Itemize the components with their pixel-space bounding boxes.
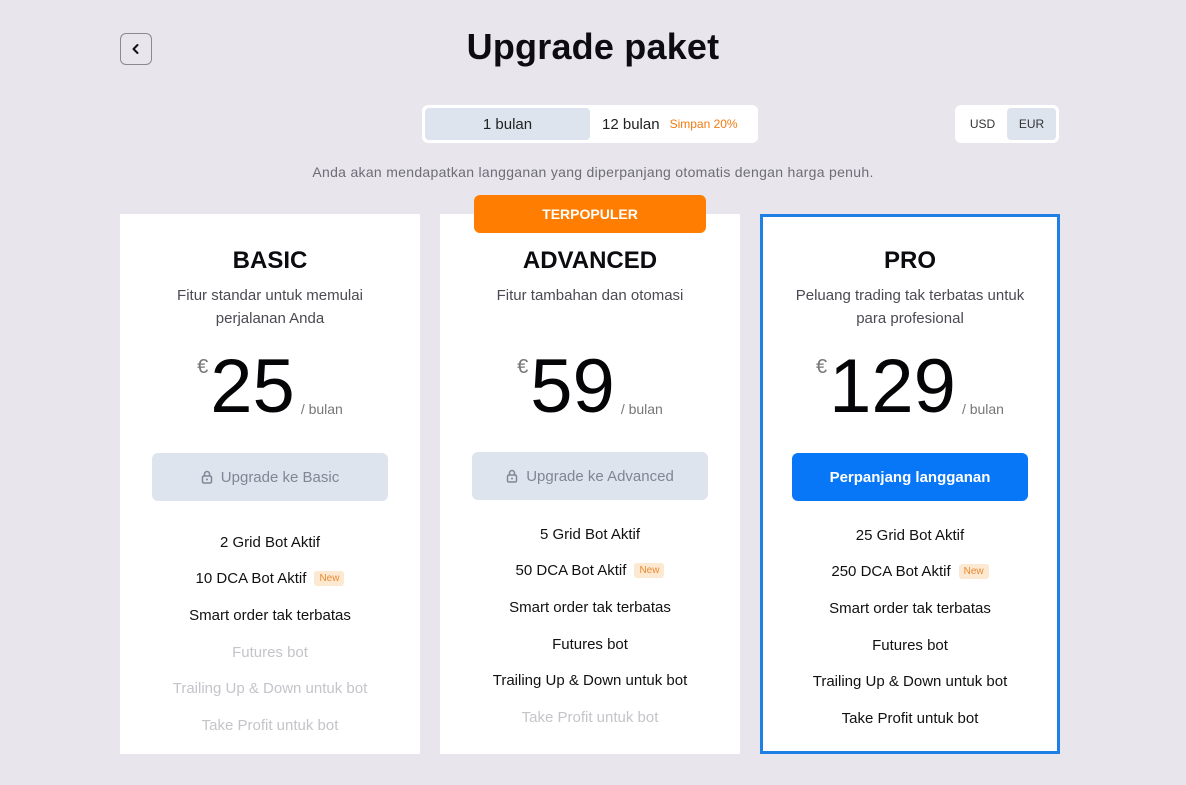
billing-period-toggle: 1 bulan 12 bulan Simpan 20% — [422, 105, 758, 143]
period-option-yearly[interactable]: 12 bulan Simpan 20% — [590, 108, 738, 140]
price-value: 59 — [530, 344, 615, 429]
price-unit: / bulan — [620, 401, 663, 417]
feature-item: 5 Grid Bot Aktif — [539, 525, 641, 543]
auto-renew-notice: Anda akan mendapatkan langganan yang dip… — [312, 164, 874, 180]
feature-list: 2 Grid Bot Aktif 10 DCA Bot Aktif New Sma… — [120, 524, 420, 744]
feature-item: Trailing Up & Down untuk bot — [812, 673, 1008, 691]
save-tag: Simpan 20% — [669, 117, 738, 131]
feature-item: Take Profit untuk bot — [521, 708, 659, 726]
plan-name: PRO — [883, 247, 936, 274]
cta-label: Perpanjang langganan — [829, 468, 991, 486]
feature-item: 250 DCA Bot Aktif New — [763, 554, 1057, 591]
period-option-label: 12 bulan — [602, 115, 660, 133]
plan-name: BASIC — [232, 247, 308, 274]
cta-label: Upgrade ke Basic — [220, 468, 340, 486]
price: € 25 / bulan — [120, 346, 420, 428]
period-option-label: 1 bulan — [482, 115, 533, 133]
feature-list: 25 Grid Bot Aktif 250 DCA Bot Aktif New S… — [763, 517, 1057, 737]
plan-card-basic: BASIC Fitur standar untuk memulai perjal… — [120, 214, 420, 754]
new-badge: New — [634, 563, 665, 579]
price-value: 25 — [210, 344, 295, 429]
feature-item: Trailing Up & Down untuk bot — [172, 680, 368, 698]
upgrade-advanced-button[interactable]: Upgrade ke Advanced — [472, 452, 708, 500]
feature-item: 10 DCA Bot Aktif New — [120, 561, 420, 598]
popular-badge: TERPOPULER — [474, 195, 706, 233]
price-value: 129 — [829, 344, 956, 429]
feature-item: 2 Grid Bot Aktif — [219, 533, 321, 551]
upgrade-basic-button[interactable]: Upgrade ke Basic — [152, 453, 388, 501]
currency-symbol: € — [197, 356, 209, 378]
renew-subscription-button[interactable]: Perpanjang langganan — [792, 453, 1028, 501]
feature-item: Trailing Up & Down untuk bot — [492, 672, 688, 690]
feature-item: Futures bot — [232, 643, 308, 661]
currency-symbol: € — [517, 356, 529, 378]
feature-item: Take Profit untuk bot — [841, 709, 979, 727]
plan-card-pro: PRO Peluang trading tak terbatas untuk p… — [760, 214, 1060, 754]
currency-option-usd[interactable]: USD — [958, 108, 1007, 140]
plan-name: ADVANCED — [522, 247, 658, 274]
price: € 59 / bulan — [440, 346, 740, 428]
currency-toggle: USD EUR — [955, 105, 1059, 143]
price-unit: / bulan — [300, 401, 343, 417]
price: € 129 / bulan — [763, 346, 1057, 428]
feature-item: 25 Grid Bot Aktif — [855, 526, 965, 544]
currency-symbol: € — [816, 356, 828, 378]
page-title: Upgrade paket — [466, 26, 720, 67]
new-badge: New — [958, 564, 989, 580]
feature-item: Futures bot — [552, 635, 628, 653]
period-option-monthly[interactable]: 1 bulan — [425, 108, 590, 140]
feature-item: Futures bot — [872, 636, 948, 654]
plan-description: Peluang trading tak terbatas untuk para … — [795, 287, 1025, 327]
feature-item: Take Profit untuk bot — [201, 716, 339, 734]
plan-card-advanced: ADVANCED Fitur tambahan dan otomasi € 59… — [440, 214, 740, 754]
plan-description: Fitur tambahan dan otomasi — [496, 287, 684, 304]
lock-icon — [506, 469, 518, 483]
new-badge: New — [314, 571, 345, 587]
lock-icon — [201, 470, 213, 484]
cta-label: Upgrade ke Advanced — [526, 467, 674, 485]
feature-list: 5 Grid Bot Aktif 50 DCA Bot Aktif New Sma… — [440, 516, 740, 736]
currency-option-eur[interactable]: EUR — [1007, 108, 1056, 140]
feature-item: 50 DCA Bot Aktif New — [440, 553, 740, 590]
price-unit: / bulan — [961, 401, 1004, 417]
feature-item: Smart order tak terbatas — [829, 599, 991, 617]
feature-item: Smart order tak terbatas — [189, 606, 351, 624]
plan-description: Fitur standar untuk memulai perjalanan A… — [177, 287, 363, 327]
feature-item: Smart order tak terbatas — [509, 598, 671, 616]
